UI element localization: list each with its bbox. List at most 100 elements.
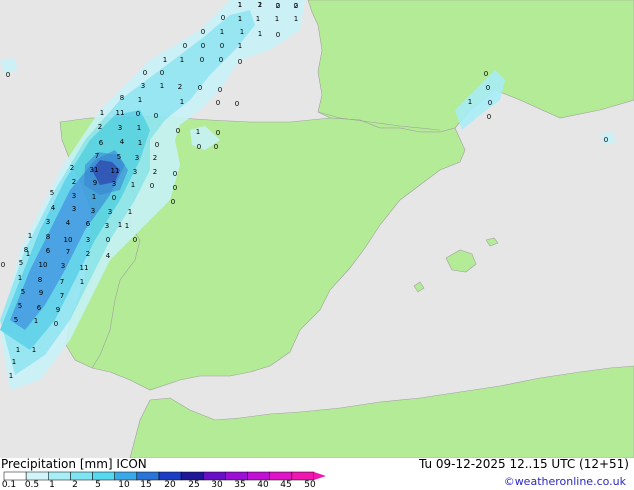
precip-value: 11 [111, 167, 120, 175]
precip-value: 0 [214, 143, 218, 151]
scale-tick-label: 0.1 [1, 480, 17, 490]
precip-value: 1 [196, 128, 200, 136]
precip-value: 1 [80, 278, 84, 286]
precip-value: 0 [1, 261, 5, 269]
precip-value: 0 [221, 14, 225, 22]
precip-value: 1 [118, 221, 122, 229]
scale-swatch [180, 471, 204, 481]
scale-swatch [92, 471, 115, 481]
precip-value: 0 [488, 99, 492, 107]
precip-value: 1 [92, 193, 96, 201]
precip-value: 3 [118, 124, 122, 132]
scale-tick-label: 20 [164, 480, 176, 490]
scale-tick-label: 1 [49, 480, 55, 490]
precip-value: 5 [14, 316, 18, 324]
precip-value: 3 [105, 222, 109, 230]
precip-value: 1 [100, 109, 104, 117]
precip-value: 1 [275, 15, 279, 23]
precip-value: 0 [173, 184, 177, 192]
precip-value: 1 [138, 96, 142, 104]
precip-value: 0 [54, 320, 58, 328]
precip-value: 1 [138, 139, 142, 147]
precip-value: 6 [99, 139, 104, 147]
precip-value: 0 [486, 84, 490, 92]
precip-value: 0 [198, 84, 202, 92]
scale-swatch [3, 471, 27, 481]
precip-value: 4 [120, 138, 125, 146]
precip-value: 1 [258, 1, 262, 9]
scale-swatch [158, 471, 182, 481]
precip-value: 0 [201, 28, 205, 36]
precip-value: 1 [258, 30, 262, 38]
precip-value: 9 [56, 306, 60, 314]
precip-value: 3 [133, 168, 137, 176]
precip-value: 1 [125, 222, 129, 230]
precip-value: 0 [6, 71, 10, 79]
precip-value: 6 [86, 220, 91, 228]
precip-value: 0 [220, 42, 224, 50]
precip-value: 3 [86, 236, 90, 244]
precip-value: 1 [180, 56, 184, 64]
precip-value: 0 [155, 141, 159, 149]
precip-value: 3 [61, 262, 65, 270]
precip-value: 2 [178, 83, 182, 91]
precip-value: 0 [136, 110, 140, 118]
precip-value: 1 [16, 346, 20, 354]
valid-time: Tu 09-12-2025 12..15 UTC (12+51) [418, 457, 629, 471]
precip-value: 0 [276, 2, 280, 10]
precip-value: 7 [60, 292, 64, 300]
precip-value: 0 [219, 56, 223, 64]
scale-tick-label: 15 [140, 480, 152, 490]
scale-tick-label: 40 [257, 480, 269, 490]
precip-value: 1 [240, 28, 244, 36]
scale-tick-label: 30 [211, 480, 223, 490]
scale-swatch [203, 471, 226, 481]
precip-value: 3 [141, 82, 145, 90]
precip-value: 0 [106, 236, 110, 244]
precip-value: 1 [160, 82, 164, 90]
precip-value: 0 [160, 69, 164, 77]
precip-value: 1 [34, 317, 38, 325]
precip-value: 5 [50, 189, 54, 197]
precip-value: 0 [604, 136, 608, 144]
scale-swatch [48, 471, 71, 481]
precip-value: 5 [19, 259, 23, 267]
scale-swatch [225, 471, 248, 481]
precip-value: 1 [18, 274, 22, 282]
precip-value: 0 [154, 112, 158, 120]
scale-swatch [269, 471, 293, 481]
precip-value: 11 [116, 109, 125, 117]
color-scale [3, 471, 326, 481]
scale-labels: 0.1 0.5 1 2 5 10 15 20 25 30 35 40 45 50 [0, 480, 330, 490]
precip-value: 2 [153, 168, 157, 176]
precip-value: 0 [216, 129, 220, 137]
precip-value: 0 [171, 198, 175, 206]
precip-value: 2 [70, 164, 74, 172]
map-title: Precipitation [mm] ICON [1, 457, 147, 471]
scale-tick-label: 45 [280, 480, 292, 490]
precip-value: 1 [12, 358, 16, 366]
precip-value: 3 [112, 180, 116, 188]
credit-link[interactable]: ©weatheronline.co.uk [504, 475, 626, 488]
precip-value: 3 [72, 192, 76, 200]
precip-value: 0 [238, 58, 242, 66]
precip-value: 0 [197, 143, 201, 151]
precip-value: 1 [468, 98, 472, 106]
precip-value: 3 [46, 218, 50, 226]
precip-value: 5 [117, 153, 121, 161]
precip-value: 0 [201, 42, 205, 50]
precip-value: 0 [112, 194, 116, 202]
precip-value: 8 [120, 94, 124, 102]
precip-value: 2 [86, 250, 90, 258]
precip-value: 1 [131, 181, 135, 189]
precip-value: 6 [37, 304, 42, 312]
scale-swatch [136, 471, 160, 481]
precip-value: 0 [176, 127, 180, 135]
precip-value: 3 [72, 205, 76, 213]
precip-value: 0 [183, 42, 187, 50]
precip-value: 0 [133, 236, 137, 244]
precip-value: 4 [106, 252, 111, 260]
precip-value: 2 [98, 123, 102, 131]
precip-value: 1 [294, 15, 298, 23]
precip-value: 9 [39, 289, 43, 297]
